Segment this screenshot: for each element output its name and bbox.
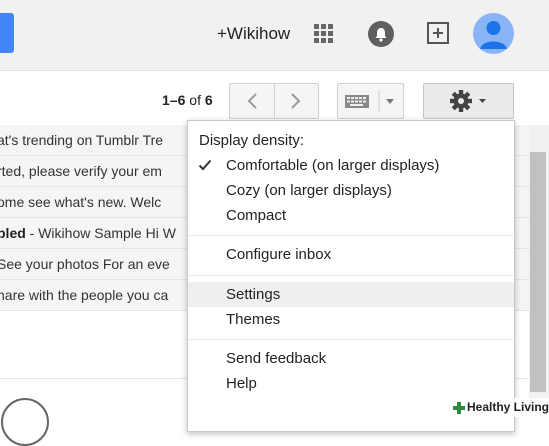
- keyboard-icon: [345, 90, 394, 112]
- menu-item-settings[interactable]: Settings: [188, 282, 514, 307]
- pager-start: 1: [162, 92, 170, 108]
- menu-separator: [189, 235, 513, 236]
- settings-gear-button[interactable]: [423, 83, 514, 119]
- notifications-bell-icon[interactable]: [368, 21, 394, 47]
- email-line: pled - Wikihow Sample Hi W: [0, 218, 176, 248]
- menu-item-label: Settings: [226, 286, 281, 303]
- apps-grid-icon[interactable]: [314, 24, 334, 44]
- watermark-text: Healthy Living: [467, 400, 549, 414]
- menu-item-label: Compact: [226, 207, 287, 224]
- menu-item-themes[interactable]: Themes: [188, 307, 514, 332]
- menu-separator: [189, 339, 513, 340]
- account-avatar-icon[interactable]: [473, 13, 514, 54]
- menu-item-comfortable[interactable]: Comfortable (on larger displays): [188, 153, 514, 178]
- pager-of: of: [189, 92, 201, 108]
- pagination-buttons: [229, 83, 319, 119]
- menu-item-label: Send feedback: [226, 350, 327, 367]
- display-density-heading: Display density:: [199, 132, 305, 149]
- settings-menu: Display density: Comfortable (on larger …: [187, 120, 515, 432]
- menu-item-label: Themes: [226, 311, 281, 328]
- email-subject: pled: [0, 225, 26, 241]
- newer-button[interactable]: [230, 84, 275, 118]
- email-snippet: hare with the people you ca: [0, 287, 169, 303]
- input-tools-button[interactable]: [337, 83, 404, 119]
- menu-separator: [189, 275, 513, 276]
- menu-item-compact[interactable]: Compact: [188, 203, 514, 228]
- checkmark-icon: [198, 159, 212, 171]
- email-snippet: - Wikihow Sample Hi W: [25, 225, 176, 241]
- watermark: Healthy Living: [449, 398, 549, 417]
- email-snippet: rted, please verify your em: [0, 163, 162, 179]
- menu-item-send-feedback[interactable]: Send feedback: [188, 346, 514, 371]
- menu-item-label: Comfortable (on larger displays): [226, 157, 440, 174]
- email-snippet: See your photos For an eve: [0, 256, 170, 272]
- pager-dash: –: [169, 92, 178, 108]
- menu-item-help[interactable]: Help: [188, 371, 514, 396]
- dropdown-arrow-icon: [386, 99, 394, 104]
- menu-item-label: Cozy (on larger displays): [226, 182, 392, 199]
- top-bar: +Wikihow: [0, 0, 549, 71]
- pagination-counter: 1–6 of 6: [162, 92, 213, 108]
- chevron-right-icon: [291, 93, 301, 109]
- email-snippet: ome see what's new. Welc: [0, 194, 162, 210]
- google-plus-profile-link[interactable]: +Wikihow: [217, 24, 290, 44]
- gear-icon: [450, 90, 486, 112]
- pager-total: 6: [204, 92, 213, 108]
- email-snippet: at's trending on Tumblr Tre: [0, 132, 164, 148]
- pager-end: 6: [177, 92, 186, 108]
- scrollbar-thumb[interactable]: [530, 152, 546, 392]
- chevron-left-icon: [247, 93, 257, 109]
- menu-item-label: Configure inbox: [226, 246, 332, 263]
- menu-item-configure-inbox[interactable]: Configure inbox: [188, 242, 514, 267]
- menu-item-cozy[interactable]: Cozy (on larger displays): [188, 178, 514, 203]
- hangouts-icon[interactable]: [1, 398, 49, 446]
- health-cross-icon: [453, 402, 465, 414]
- share-plus-icon[interactable]: [426, 21, 450, 45]
- older-button[interactable]: [274, 84, 318, 118]
- compose-button[interactable]: [0, 13, 14, 53]
- menu-item-label: Help: [226, 375, 257, 392]
